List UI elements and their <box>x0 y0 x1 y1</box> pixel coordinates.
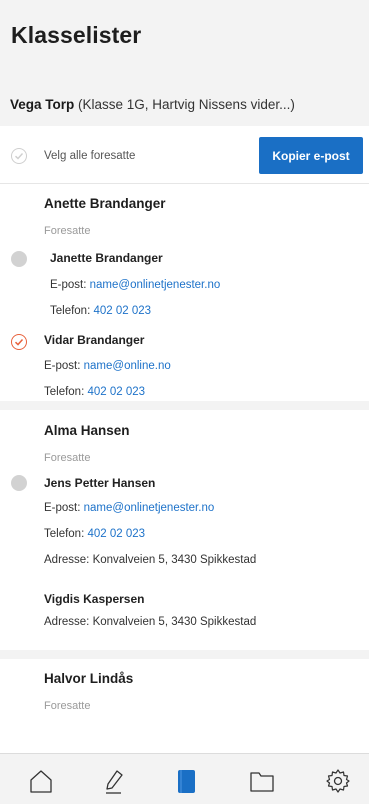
guardian-phone-link[interactable]: 402 02 023 <box>87 386 145 398</box>
guardian-name: Jens Petter Hansen <box>44 476 156 490</box>
guardian-checkbox[interactable] <box>11 251 27 267</box>
student-card: Alma Hansen Foresatte Jens Petter Hansen… <box>0 410 369 659</box>
guardians-heading: Foresatte <box>44 452 91 464</box>
email-label: E-post: <box>44 502 84 514</box>
student-card: Anette Brandanger Foresatte Janette Bran… <box>0 184 369 410</box>
guardian-phone-link[interactable]: 402 02 023 <box>93 305 151 317</box>
select-all-checkbox[interactable] <box>11 148 27 164</box>
guardian-address: Adresse: Konvalveien 5, 3430 Spikkestad <box>44 554 257 566</box>
select-all-label[interactable]: Velg alle foresatte <box>44 150 135 162</box>
phone-label: Telefon: <box>44 528 88 540</box>
email-label: E-post: <box>50 279 90 291</box>
guardian-email-row: E-post: name@onlinetjenester.no <box>50 279 220 291</box>
student-card-name: Anette Brandanger <box>44 196 166 211</box>
guardians-heading: Foresatte <box>44 700 91 712</box>
select-all-row: Velg alle foresatte Kopier e-post <box>0 126 369 184</box>
guardian-phone-link[interactable]: 402 02 023 <box>87 528 145 540</box>
student-card-name: Halvor Lindås <box>44 671 134 686</box>
guardian-checkbox-selected[interactable] <box>11 334 27 350</box>
book-icon[interactable] <box>174 768 200 794</box>
folder-icon[interactable] <box>249 768 275 794</box>
page-title: Klasselister <box>11 22 142 48</box>
email-label: E-post: <box>44 360 84 372</box>
student-card-name: Alma Hansen <box>44 423 130 438</box>
guardian-email-row: E-post: name@online.no <box>44 360 171 372</box>
class-list: Velg alle foresatte Kopier e-post Anette… <box>0 126 369 753</box>
guardian-phone-row: Telefon: 402 02 023 <box>44 386 145 398</box>
guardians-heading: Foresatte <box>44 225 91 237</box>
guardian-email-row: E-post: name@onlinetjenester.no <box>44 502 214 514</box>
guardian-phone-row: Telefon: 402 02 023 <box>44 528 145 540</box>
phone-label: Telefon: <box>50 305 94 317</box>
guardian-email-link[interactable]: name@online.no <box>84 360 171 372</box>
bottom-nav <box>0 753 369 804</box>
student-class-info: (Klasse 1G, Hartvig Nissens vider...) <box>74 97 295 112</box>
guardian-checkbox[interactable] <box>11 475 27 491</box>
student-selector[interactable]: Vega Torp (Klasse 1G, Hartvig Nissens vi… <box>0 70 369 126</box>
guardian-phone-row: Telefon: 402 02 023 <box>50 305 151 317</box>
guardian-email-link[interactable]: name@onlinetjenester.no <box>84 502 215 514</box>
guardian-address: Adresse: Konvalveien 5, 3430 Spikkestad <box>44 616 257 628</box>
guardian-email-link[interactable]: name@onlinetjenester.no <box>90 279 221 291</box>
home-icon[interactable] <box>28 768 54 794</box>
guardian-name: Janette Brandanger <box>50 251 163 265</box>
header: Klasselister <box>0 0 369 70</box>
guardian-name: Vidar Brandanger <box>44 333 145 347</box>
gear-icon[interactable] <box>325 768 351 794</box>
phone-label: Telefon: <box>44 386 88 398</box>
guardian-name: Vigdis Kaspersen <box>44 592 145 606</box>
copy-email-button[interactable]: Kopier e-post <box>259 137 363 174</box>
student-name: Vega Torp <box>10 97 75 112</box>
pen-icon[interactable] <box>101 768 127 794</box>
student-card: Halvor Lindås Foresatte <box>0 659 369 739</box>
